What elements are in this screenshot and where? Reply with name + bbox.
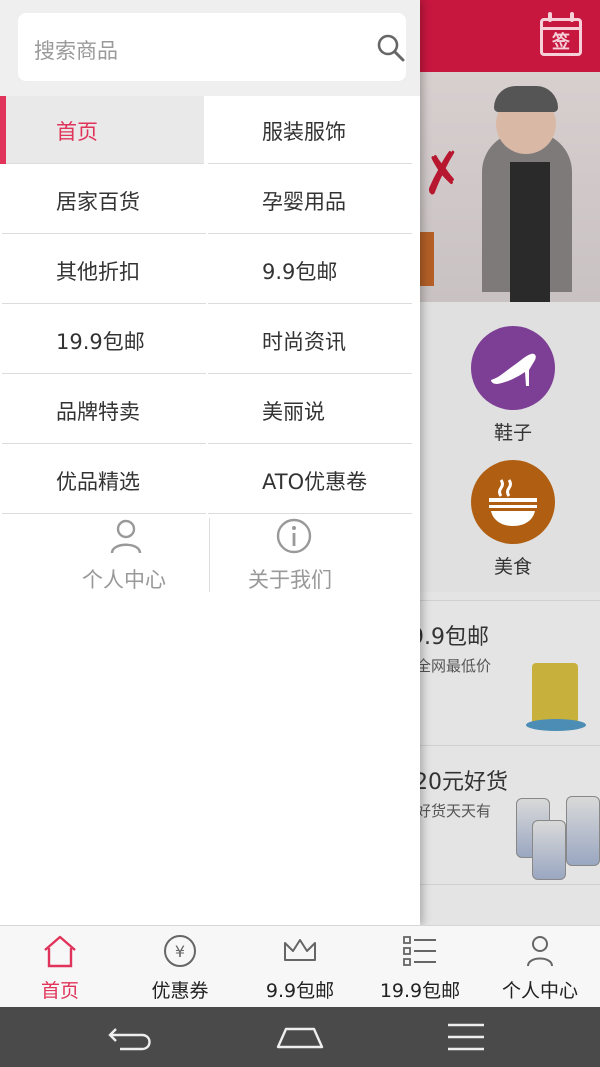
promo-subtitle: 全网最低价 — [416, 657, 492, 675]
menu-item-meilishuo[interactable]: 美丽说 — [208, 376, 412, 444]
person-icon — [110, 519, 142, 554]
back-icon[interactable] — [102, 1021, 162, 1053]
tab-label: 个人中心 — [501, 980, 578, 1002]
tab-personal-center[interactable]: 个人中心 — [480, 926, 600, 1008]
phone-case-image — [532, 820, 566, 880]
category-shoes[interactable] — [471, 326, 555, 410]
tab-home[interactable]: 首页 — [0, 926, 120, 1008]
menu-item-label: 9.9包邮 — [262, 260, 338, 284]
tab-199[interactable]: 19.9包邮 — [360, 926, 480, 1008]
menu-item-label: ATO优惠卷 — [262, 470, 368, 494]
menu-item-99-free-shipping[interactable]: 9.9包邮 — [208, 236, 412, 304]
menu-item-home[interactable]: 首页 — [0, 96, 204, 164]
search-placeholder: 搜索商品 — [34, 39, 118, 63]
person-icon — [527, 936, 553, 967]
tab-99[interactable]: 9.9包邮 — [240, 926, 360, 1008]
home-outline-icon[interactable] — [270, 1021, 330, 1053]
sign-in-button[interactable]: 签 — [540, 12, 582, 56]
tab-label: 优惠券 — [151, 980, 209, 1002]
menu-item-household[interactable]: 居家百货 — [2, 166, 206, 234]
list-icon — [403, 936, 436, 966]
about-us-label: 关于我们 — [248, 568, 332, 592]
menu-item-label: 美丽说 — [262, 400, 325, 424]
drawer-bottom-links: 个人中心 关于我们 — [0, 516, 420, 596]
about-us-link[interactable]: 关于我们 — [212, 516, 420, 594]
menu-item-label: 品牌特卖 — [56, 400, 140, 424]
tab-label: 首页 — [40, 980, 79, 1002]
menu-item-label: 其他折扣 — [56, 260, 140, 284]
bottom-tab-bar: 首页 ¥ 优惠券 9.9包邮 19.9包邮 个人中心 — [0, 925, 600, 1007]
home-icon — [44, 935, 76, 968]
search-icon[interactable] — [376, 33, 406, 63]
menu-item-199-free-shipping[interactable]: 19.9包邮 — [2, 306, 206, 374]
tab-coupons[interactable]: ¥ 优惠券 — [120, 926, 240, 1008]
menu-item-clothing[interactable]: 服装服饰 — [208, 96, 412, 164]
promo-title: 20元好货 — [414, 770, 508, 795]
yen-coin-icon: ¥ — [164, 935, 196, 967]
category-label-shoes: 鞋子 — [493, 422, 532, 444]
high-heel-icon — [491, 353, 536, 386]
menu-item-label: 19.9包邮 — [56, 330, 145, 354]
menu-item-fashion-news[interactable]: 时尚资讯 — [208, 306, 412, 374]
menu-item-other-discounts[interactable]: 其他折扣 — [2, 236, 206, 304]
promo-title: 9.9包邮 — [410, 625, 489, 650]
promo-subtitle: 好货天天有 — [416, 802, 492, 820]
menu-item-label: 居家百货 — [56, 190, 140, 214]
banner-decoration: ✗ — [414, 138, 471, 209]
crown-icon — [284, 939, 316, 961]
sponge-toy-image — [532, 663, 578, 725]
banner-decoration-bar — [420, 232, 434, 286]
menu-item-label: 服装服饰 — [262, 120, 346, 144]
active-indicator — [0, 96, 6, 164]
svg-text:¥: ¥ — [175, 942, 185, 961]
category-label-food: 美食 — [493, 556, 532, 578]
banner-model-hat — [494, 86, 558, 112]
noodle-bowl-icon — [489, 479, 537, 526]
menu-item-label: 优品精选 — [56, 470, 140, 494]
menu-item-label: 孕婴用品 — [262, 190, 346, 214]
toy-stand-image — [526, 719, 586, 731]
tab-label: 9.9包邮 — [265, 980, 335, 1002]
menu-item-label: 时尚资讯 — [262, 330, 346, 354]
menu-item-ato-coupon[interactable]: ATO优惠卷 — [208, 446, 412, 514]
search-input[interactable]: 搜索商品 — [18, 13, 406, 81]
sign-in-label: 签 — [552, 32, 570, 53]
info-icon — [276, 518, 312, 554]
menu-item-baby[interactable]: 孕婴用品 — [208, 166, 412, 234]
system-nav-bar — [0, 1007, 600, 1067]
menu-icon[interactable] — [436, 1021, 496, 1053]
menu-item-brand-sale[interactable]: 品牌特卖 — [2, 376, 206, 444]
search-bar: 搜索商品 — [0, 0, 420, 96]
banner-model-shirt — [510, 162, 550, 302]
phone-case-image — [566, 796, 600, 866]
category-food[interactable] — [471, 460, 555, 544]
tab-label: 19.9包邮 — [379, 980, 461, 1002]
menu-item-selected-goods[interactable]: 优品精选 — [2, 446, 206, 514]
menu-item-label: 首页 — [56, 120, 98, 144]
side-drawer: 搜索商品 首页 服装服饰 居家百货 孕婴用品 其他折扣 9.9包邮 19.9包邮… — [0, 0, 420, 925]
